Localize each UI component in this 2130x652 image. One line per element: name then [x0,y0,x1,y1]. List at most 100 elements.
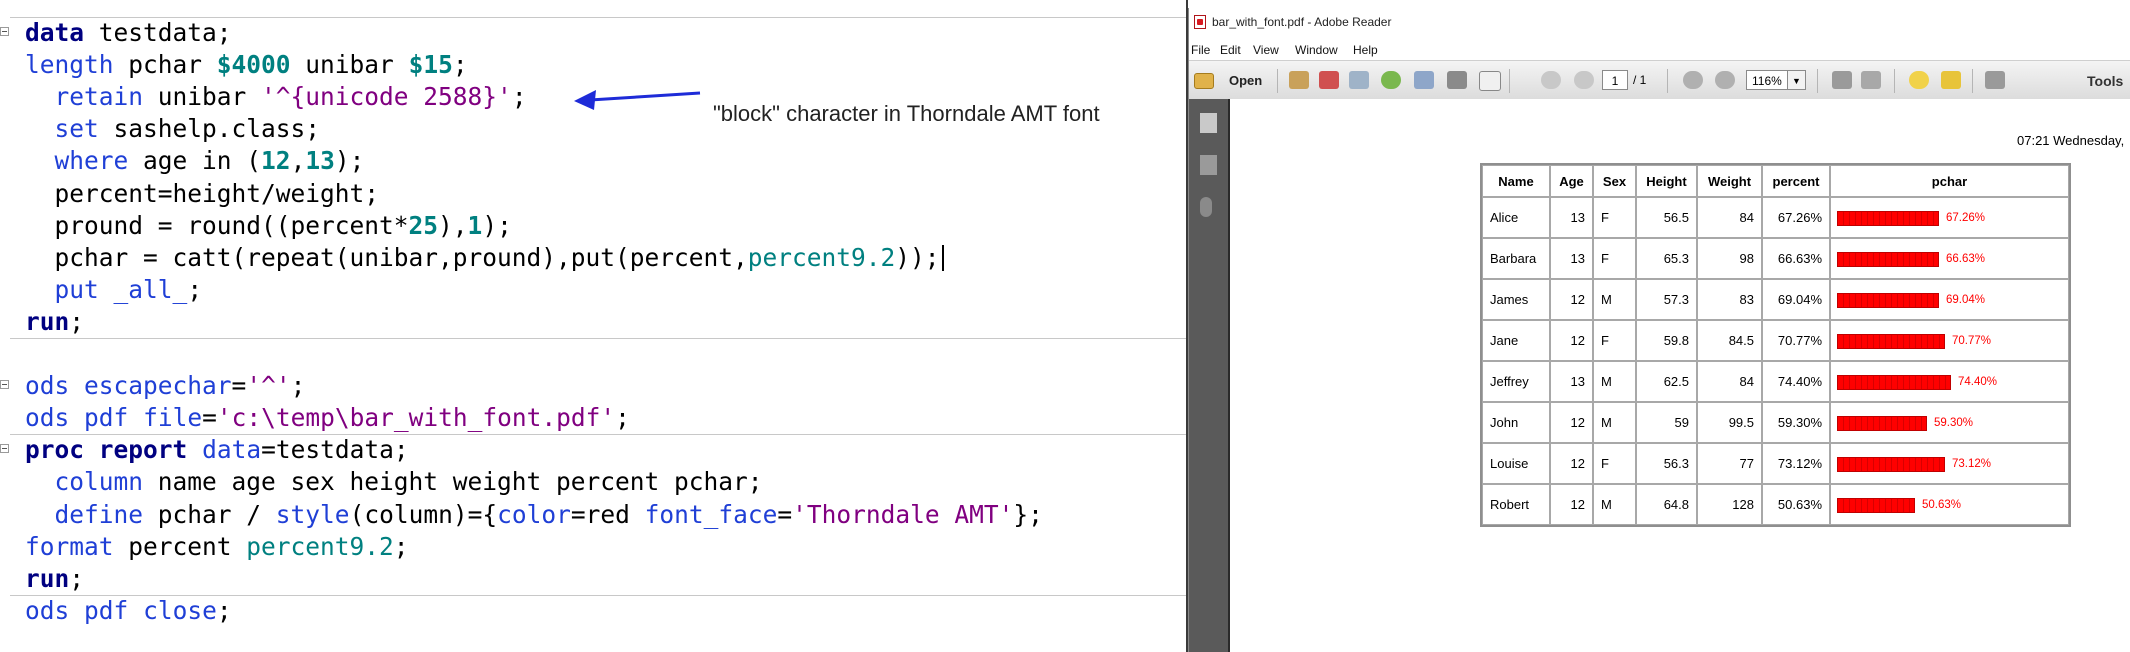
page-number-input[interactable]: 1 [1602,70,1628,90]
sign-icon[interactable] [1941,71,1961,89]
table-row: Jane 12 F 59.8 84.5 70.77% 70.77% [1482,320,2069,361]
cell-name: Jane [1482,320,1550,361]
menu-file[interactable]: File [1191,43,1210,57]
header-weight: Weight [1697,165,1762,197]
zoom-dropdown-chevron-down-icon[interactable]: ▼ [1788,70,1806,90]
cell-age: 12 [1550,279,1593,320]
save-icon[interactable] [1414,71,1434,89]
code-token: sashelp.class; [98,114,321,144]
cell-weight: 98 [1697,238,1762,279]
percent-bar-label: 59.30% [1934,417,1974,430]
code-token: 1 [467,210,483,240]
toolbar-separator [1894,69,1895,93]
toolbar-separator [1817,69,1818,93]
code-token: ; [511,82,527,112]
code-text: length pchar $4000 unibar $15; [25,49,468,81]
annotation-arrow-icon [574,90,701,110]
print-icon[interactable] [1447,71,1467,89]
cell-sex: F [1593,443,1636,484]
code-token: (column)={ [349,499,498,529]
toolbar-separator [1509,69,1510,93]
code-token: 'Thorndale AMT' [792,499,1014,529]
code-token: = [231,371,247,401]
comment-icon[interactable] [1909,71,1929,89]
code-token: 12 [261,146,291,176]
code-token: age in ( [128,146,262,176]
header-pchar: pchar [1830,165,2069,197]
attachments-paperclip-icon[interactable] [1200,197,1212,217]
previous-page-icon[interactable] [1541,71,1561,89]
cell-height: 56.5 [1636,197,1697,238]
fit-page-icon[interactable] [1832,71,1852,89]
table-row: John 12 M 59 99.5 59.30% 59.30% [1482,402,2069,443]
menu-window[interactable]: Window [1295,43,1338,57]
cell-name: Barbara [1482,238,1550,279]
fold-collapse-icon[interactable] [0,380,9,390]
cell-weight: 83 [1697,279,1762,320]
cell-percent: 70.77% [1762,320,1830,361]
code-token: data [25,18,85,47]
cell-name: Jeffrey [1482,361,1550,402]
open-button[interactable]: Open [1229,73,1262,88]
percent-bar [1837,292,1939,308]
cell-height: 64.8 [1636,484,1697,525]
report-date-header: 07:21 Wednesday, [2017,133,2125,148]
fit-width-icon[interactable] [1861,71,1881,89]
code-token: 13 [305,146,335,176]
code-token: ); [334,146,365,176]
open-folder-icon[interactable] [1194,73,1214,89]
full-screen-icon[interactable] [1985,71,2005,89]
code-token: unibar [143,82,262,112]
zoom-in-icon[interactable] [1715,71,1735,89]
menu-edit[interactable]: Edit [1220,43,1241,57]
create-pdf-icon[interactable] [1289,71,1309,89]
code-text: set sashelp.class; [25,113,321,145]
document-view[interactable]: 07:21 Wednesday, Name Age Sex Height Wei… [1228,99,2130,652]
code-token: ; [69,306,85,336]
code-token: font_face [644,499,778,529]
cell-height: 59 [1636,402,1697,443]
header-age: Age [1550,165,1593,197]
cloud-upload-icon[interactable] [1381,71,1401,89]
cell-name: John [1482,402,1550,443]
code-token: =red [570,499,645,529]
fold-collapse-icon[interactable] [0,27,9,36]
cell-percent: 66.63% [1762,238,1830,279]
window-title: bar_with_font.pdf - Adobe Reader [1212,15,1392,29]
menu-help[interactable]: Help [1353,43,1378,57]
zoom-out-icon[interactable] [1683,71,1703,89]
code-token: ods [25,403,70,433]
tools-button[interactable]: Tools [2087,73,2123,89]
cell-name: Louise [1482,443,1550,484]
table-row: James 12 M 57.3 83 69.04% 69.04% [1482,279,2069,320]
pages-panel-icon[interactable] [1200,113,1217,133]
code-token: '^' [246,371,291,401]
next-page-icon[interactable] [1574,71,1594,89]
cell-sex: F [1593,238,1636,279]
code-text: define pchar / style(column)={color=red … [25,499,1043,531]
percent-bar-label: 69.04% [1946,294,1986,307]
pdf-reader-window: bar_with_font.pdf - Adobe Reader File Ed… [1188,8,2130,652]
code-token: $4000 [216,50,291,80]
edit-pdf-icon[interactable] [1349,71,1369,89]
cell-sex: M [1593,361,1636,402]
percent-bar-label: 73.12% [1952,458,1992,471]
code-editor[interactable]: data testdata; length pchar $4000 unibar … [0,0,1188,652]
code-token: color [497,499,571,529]
code-token: percent=height/weight; [25,178,380,208]
toolbar: Open 1 / 1 116% ▼ Tools [1189,60,2130,100]
code-token: pround = round((percent* [25,210,409,240]
export-pdf-icon[interactable] [1319,71,1339,89]
fold-collapse-icon[interactable] [0,444,9,454]
bookmarks-panel-icon[interactable] [1200,155,1217,175]
email-icon[interactable] [1479,71,1501,91]
cell-pchar: 59.30% [1830,402,2069,443]
menu-view[interactable]: View [1253,43,1279,57]
code-token: pdf [84,595,129,625]
zoom-level-input[interactable]: 116% [1746,70,1788,90]
